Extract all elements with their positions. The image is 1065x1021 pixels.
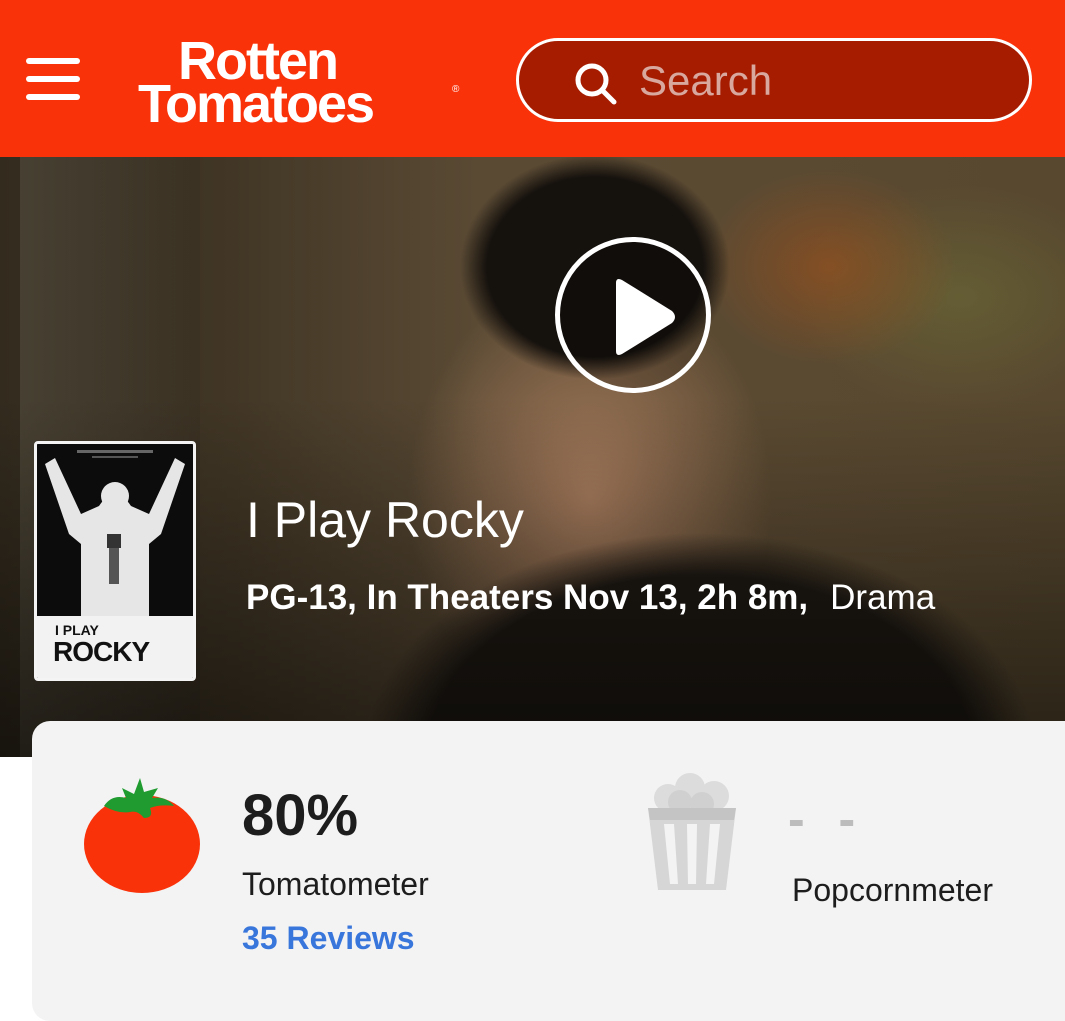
- logo-registered-mark: ®: [452, 84, 460, 95]
- logo-text-line2: Tomatoes: [138, 74, 375, 134]
- trailer-hero[interactable]: I PLAY ROCKY I Play Rocky PG-13, In Thea…: [0, 157, 1065, 757]
- popcorn-bucket-icon: [648, 773, 736, 890]
- popcornmeter-score: - -: [788, 791, 866, 847]
- poster-title-line2: ROCKY: [53, 636, 150, 667]
- tomatometer-score: 80%: [242, 783, 359, 848]
- play-trailer-button[interactable]: [555, 237, 711, 393]
- search-icon: [575, 63, 617, 105]
- rotten-tomatoes-logo[interactable]: Rotten Tomatoes ®: [134, 30, 464, 135]
- poster-silhouette-icon: [37, 444, 193, 616]
- movie-title: I Play Rocky: [246, 492, 524, 548]
- fresh-tomato-icon: [84, 778, 200, 893]
- menu-icon[interactable]: [26, 58, 80, 104]
- popcornmeter-label: Popcornmeter: [792, 872, 993, 908]
- play-icon: [616, 279, 675, 355]
- search-placeholder: Search: [639, 57, 773, 104]
- movie-genre: Drama: [830, 578, 936, 617]
- movie-meta: PG-13, In Theaters Nov 13, 2h 8m, Drama: [246, 578, 935, 618]
- movie-poster[interactable]: I PLAY ROCKY: [34, 441, 196, 681]
- movie-rating-release-runtime: PG-13, In Theaters Nov 13, 2h 8m,: [246, 578, 809, 617]
- top-header: Rotten Tomatoes ® Search: [0, 0, 1065, 157]
- tomatometer-label: Tomatometer: [242, 866, 429, 902]
- reviews-count-link[interactable]: 35 Reviews: [242, 920, 415, 957]
- search-input[interactable]: Search: [516, 38, 1032, 122]
